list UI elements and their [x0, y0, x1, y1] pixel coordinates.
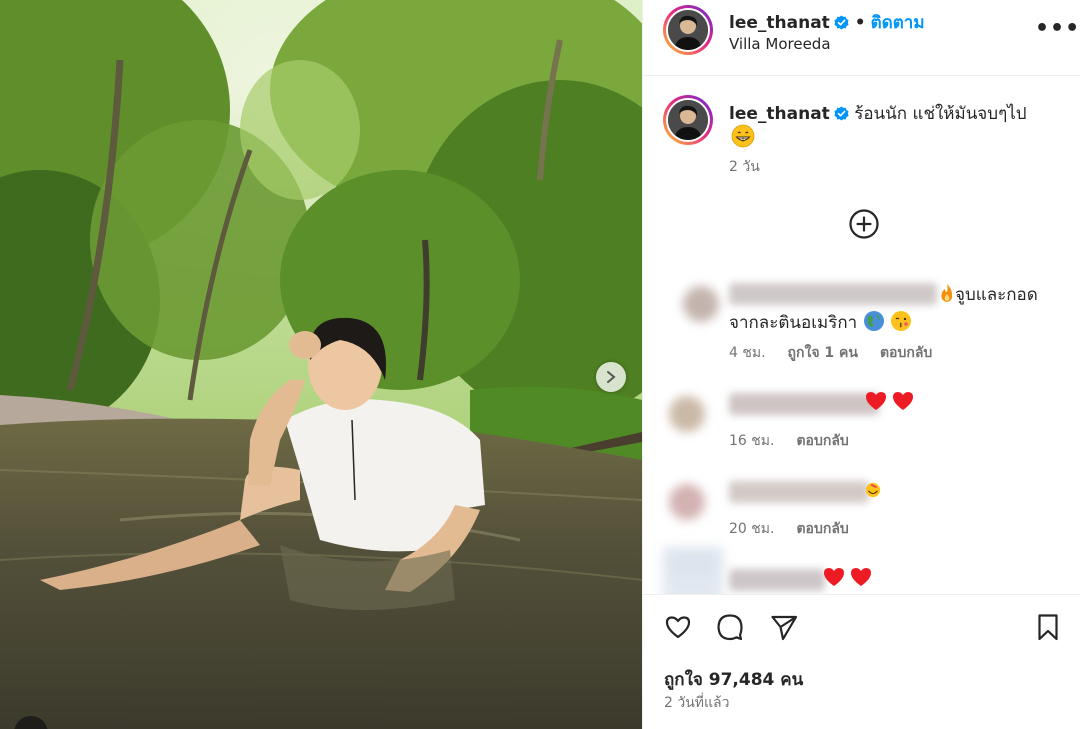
reply-button[interactable]: ตอบกลับ [796, 521, 848, 537]
grinning-emoji-icon [731, 124, 755, 148]
post-photo[interactable] [0, 0, 642, 729]
bookmark-icon[interactable] [1033, 612, 1063, 642]
comment-meta: 4 ชม. ถูกใจ 1 คน ตอบกลับ [729, 342, 954, 364]
heart-emoji-icon [851, 568, 872, 586]
globe-emoji-icon [863, 311, 884, 331]
comment-meta: 20 ชม. ตอบกลับ [729, 518, 871, 540]
heart-emoji-icon [893, 392, 914, 410]
heart-emoji-icon [824, 568, 844, 586]
reply-button[interactable]: ตอบกลับ [796, 433, 848, 449]
share-icon[interactable] [769, 612, 799, 642]
instagram-post-view: lee_thanat • ติดตาม Villa Moreeda ••• lee_… [0, 0, 1080, 729]
blurred-commenter-avatar [669, 396, 705, 432]
like-count[interactable]: ถูกใจ 97,484 คน [664, 666, 803, 693]
blurred-commenter-name [729, 481, 869, 503]
fire-emoji-icon [941, 284, 953, 302]
caption-line: lee_thanat ร้อนนัก แช่ให้มันจบๆไป [729, 100, 1027, 127]
separator-dot: • [854, 13, 866, 33]
emoji-icon [865, 482, 881, 498]
reply-button[interactable]: ตอบกลับ [880, 345, 932, 361]
post-header: lee_thanat • ติดตาม Villa Moreeda ••• [643, 0, 1080, 76]
add-circle-icon[interactable] [848, 208, 880, 240]
author-avatar[interactable] [663, 5, 713, 55]
caption-username[interactable]: lee_thanat [729, 104, 830, 124]
caption-text: ร้อนนัก แช่ให้มันจบๆไป [854, 104, 1027, 124]
post-date: 2 วันที่แล้ว [664, 695, 730, 711]
comment-text [865, 391, 914, 413]
comment-text-line2: จากละตินอเมริกา [729, 309, 912, 336]
comment-text [865, 481, 881, 502]
comment-meta: 16 ชม. ตอบกลับ [729, 430, 871, 452]
comment-like-count[interactable]: ถูกใจ 1 คน [788, 345, 858, 361]
comment-text [823, 567, 872, 589]
author-name-row: lee_thanat • ติดตาม [729, 9, 925, 36]
blurred-commenter-avatar [683, 286, 719, 322]
caption-time: 2 วัน [729, 159, 760, 175]
comment-time: 4 ชม. [729, 345, 766, 361]
follow-button[interactable]: ติดตาม [871, 13, 925, 33]
verified-badge-icon [834, 15, 849, 30]
river-photo-image [0, 0, 642, 729]
kissing-emoji-icon [891, 311, 912, 331]
blurred-commenter-name [729, 393, 879, 415]
heart-icon[interactable] [663, 612, 693, 642]
heart-emoji-icon [866, 392, 886, 410]
blurred-commenter-name [729, 569, 825, 591]
more-options-button[interactable]: ••• [1035, 16, 1080, 41]
comment-text-line1: จูบและกอด [939, 281, 1038, 308]
comment-time: 16 ชม. [729, 433, 775, 449]
post-side-panel: lee_thanat • ติดตาม Villa Moreeda ••• lee_… [642, 0, 1080, 729]
chevron-right-icon [607, 371, 616, 383]
caption-avatar[interactable] [663, 95, 713, 145]
author-username[interactable]: lee_thanat [729, 13, 830, 33]
blurred-commenter-name [729, 283, 937, 305]
carousel-next-button[interactable] [596, 362, 626, 392]
comment-icon[interactable] [715, 612, 745, 642]
comment-time: 20 ชม. [729, 521, 775, 537]
post-location[interactable]: Villa Moreeda [729, 35, 831, 53]
blurred-commenter-avatar [669, 484, 705, 520]
post-actions: ถูกใจ 97,484 คน 2 วันที่แล้ว [643, 594, 1080, 729]
verified-badge-icon [834, 106, 849, 121]
